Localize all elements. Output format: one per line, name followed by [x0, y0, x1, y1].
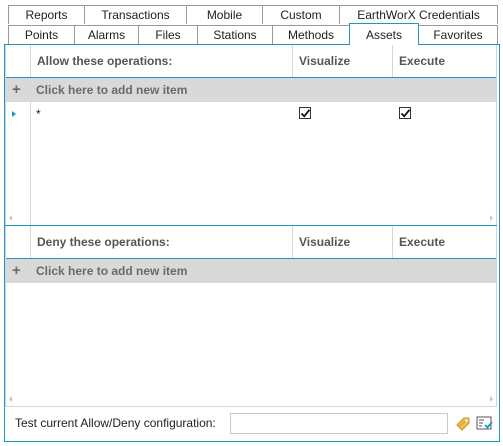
check-list-icon[interactable]: [476, 416, 493, 432]
tab-methods[interactable]: Methods: [272, 25, 350, 44]
tab-transactions[interactable]: Transactions: [84, 5, 187, 24]
deny-horizontal-scrollbar[interactable]: [5, 394, 497, 404]
tab-favorites[interactable]: Favorites: [418, 25, 498, 44]
tab-points[interactable]: Points: [8, 25, 75, 44]
tab-stations[interactable]: Stations: [197, 25, 273, 44]
checkmark-icon: [400, 109, 411, 118]
tag-icon[interactable]: [455, 416, 471, 432]
plus-icon: +: [12, 262, 21, 279]
tab-alarms[interactable]: Alarms: [74, 25, 139, 44]
allow-add-label: Click here to add new item: [36, 83, 188, 97]
tab-earthworx-credentials[interactable]: EarthWorX Credentials: [339, 5, 498, 24]
test-config-label: Test current Allow/Deny configuration:: [15, 416, 216, 430]
deny-grid-header: Deny these operations: Visualize Execute: [6, 226, 496, 259]
scroll-right-icon[interactable]: [490, 396, 493, 402]
deny-add-label: Click here to add new item: [36, 264, 188, 278]
allow-visualize-checkbox[interactable]: [299, 107, 311, 119]
scroll-left-icon[interactable]: [9, 215, 12, 221]
plus-icon: +: [12, 81, 21, 98]
allow-horizontal-scrollbar[interactable]: [5, 213, 497, 223]
allow-visualize-header[interactable]: Visualize: [292, 45, 392, 77]
test-config-footer: Test current Allow/Deny configuration:: [5, 406, 497, 440]
checkmark-icon: [300, 109, 311, 118]
tab-custom[interactable]: Custom: [262, 5, 340, 24]
deny-add-row[interactable]: + Click here to add new item: [6, 259, 496, 283]
tab-reports[interactable]: Reports: [8, 5, 85, 24]
allow-grid: Allow these operations: Visualize Execut…: [5, 45, 497, 225]
deny-operations-header[interactable]: Deny these operations:: [30, 226, 292, 258]
allow-operations-header[interactable]: Allow these operations:: [30, 45, 292, 77]
allow-add-row[interactable]: + Click here to add new item: [6, 78, 496, 102]
test-config-input[interactable]: [230, 413, 448, 434]
scroll-right-icon[interactable]: [490, 215, 493, 221]
tab-files[interactable]: Files: [138, 25, 198, 44]
deny-visualize-header[interactable]: Visualize: [292, 226, 392, 258]
column-divider: [30, 101, 31, 225]
deny-grid: Deny these operations: Visualize Execute…: [5, 226, 497, 406]
deny-execute-header[interactable]: Execute: [392, 226, 496, 258]
row-indicator-icon: [12, 111, 16, 117]
allow-row-operation[interactable]: *: [36, 102, 41, 126]
allow-execute-checkbox[interactable]: [399, 107, 411, 119]
scroll-left-icon[interactable]: [9, 396, 12, 402]
tab-mobile[interactable]: Mobile: [186, 5, 263, 24]
tab-assets[interactable]: Assets: [349, 23, 419, 45]
allow-row[interactable]: *: [6, 102, 496, 126]
allow-execute-header[interactable]: Execute: [392, 45, 496, 77]
allow-grid-header: Allow these operations: Visualize Execut…: [6, 45, 496, 78]
